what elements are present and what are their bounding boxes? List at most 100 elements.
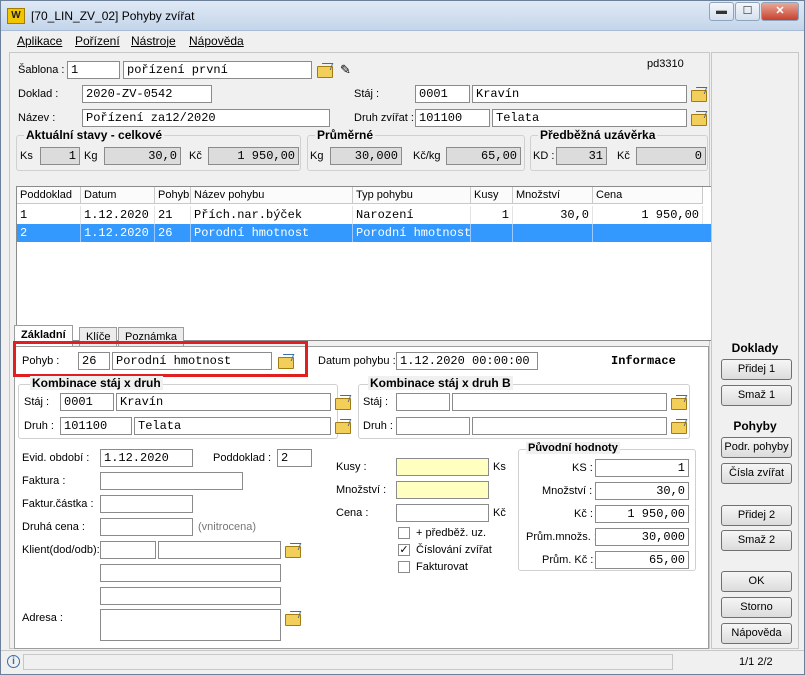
evid-obdobi-input[interactable]: 1.12.2020: [100, 449, 193, 467]
movements-table[interactable]: Poddoklad Datum Pohyb Název pohybu Typ p…: [16, 186, 712, 341]
prum-kg-label: Kg: [310, 150, 324, 162]
minimize-icon[interactable]: ▬: [709, 2, 734, 21]
ok-button[interactable]: OK: [721, 571, 792, 592]
uz-kc-value: 0: [636, 147, 706, 165]
folder-open-icon[interactable]: [671, 419, 687, 434]
col-mnozstvi[interactable]: Množství: [513, 187, 593, 204]
komb-druh-label: Druh :: [24, 420, 54, 432]
predbez-checkbox[interactable]: [398, 527, 410, 539]
sablona-name-field[interactable]: pořízení první: [123, 61, 312, 79]
nazev-label: Název :: [18, 112, 56, 124]
kg-value: 30,0: [104, 147, 181, 165]
doklad-input[interactable]: 2020-ZV-0542: [82, 85, 212, 103]
cislovani-checkbox[interactable]: ✓: [398, 544, 410, 556]
mnozstvi-input[interactable]: [396, 481, 489, 499]
pridej2-button[interactable]: Přidej 2: [721, 505, 792, 526]
p-ks-label: KS :: [572, 462, 593, 474]
col-nazev-pohybu[interactable]: Název pohybu: [191, 187, 353, 204]
table-cell: 1: [471, 206, 513, 224]
kusy-input[interactable]: [396, 458, 489, 476]
podr-pohyby-button[interactable]: Podr. pohyby: [721, 437, 792, 458]
maximize-icon[interactable]: ☐: [735, 2, 760, 21]
komb-druh-code[interactable]: 101100: [60, 417, 132, 435]
staj-name-field: Kravín: [472, 85, 687, 103]
col-pohyb[interactable]: Pohyb: [155, 187, 191, 204]
komb-staj-code[interactable]: 0001: [60, 393, 114, 411]
kd-value: 31: [556, 147, 607, 165]
puvodni-title: Původní hodnoty: [526, 442, 620, 454]
main-panel: Šablona : 1 pořízení první ✎ pd3310 Dokl…: [9, 52, 712, 649]
storno-button[interactable]: Storno: [721, 597, 792, 618]
table-cell: Porodní hmotnost: [353, 224, 471, 242]
poddoklad-input[interactable]: 2: [277, 449, 312, 467]
kckg-value: 65,00: [446, 147, 521, 165]
col-cena[interactable]: Cena: [593, 187, 703, 204]
staj-code-input[interactable]: 0001: [415, 85, 470, 103]
folder-open-icon[interactable]: [691, 87, 707, 102]
menu-aplikace[interactable]: Aplikace: [17, 34, 62, 48]
faktur-castka-input[interactable]: [100, 495, 193, 513]
cena-label: Cena :: [336, 507, 369, 519]
cena-input[interactable]: [396, 504, 489, 522]
p-mnozstvi-label: Množství :: [542, 485, 593, 497]
folder-open-icon[interactable]: [335, 419, 351, 434]
table-cell: [471, 224, 513, 242]
kc-label: Kč: [189, 150, 202, 162]
druh-code-input[interactable]: 101100: [415, 109, 490, 127]
title-bar[interactable]: W [70_LIN_ZV_02] Pohyby zvířat ▬ ☐ ✕: [1, 1, 804, 31]
smaz2-button[interactable]: Smaž 2: [721, 530, 792, 551]
folder-open-icon[interactable]: [671, 395, 687, 410]
col-kusy[interactable]: Kusy: [471, 187, 513, 204]
adresa-input[interactable]: [100, 609, 281, 641]
menu-napoveda[interactable]: Nápověda: [189, 34, 244, 48]
smaz1-button[interactable]: Smaž 1: [721, 385, 792, 406]
p-kc-label: Kč :: [574, 508, 593, 520]
kombinace-b-title: Kombinace stáj x druh B: [368, 376, 513, 390]
col-datum[interactable]: Datum: [81, 187, 155, 204]
kombb-staj-name: [452, 393, 667, 411]
folder-open-icon[interactable]: [285, 611, 301, 626]
cislovani-label: Číslování zvířat: [416, 544, 492, 556]
mnozstvi-label: Množství :: [336, 484, 387, 496]
kombb-druh-name: [472, 417, 667, 435]
kombb-staj-code[interactable]: [396, 393, 450, 411]
druha-cena-input[interactable]: [100, 518, 193, 536]
kombb-druh-code[interactable]: [396, 417, 470, 435]
sablona-input[interactable]: 1: [67, 61, 120, 79]
komb-druh-name: Telata: [134, 417, 331, 435]
p-prum-kc-label: Prům. Kč :: [542, 554, 594, 566]
table-cell: Porodní hmotnost: [191, 224, 353, 242]
doklad-label: Doklad :: [18, 88, 59, 100]
menu-porizeni[interactable]: Pořízení: [75, 34, 120, 48]
datum-pohybu-label: Datum pohybu :: [318, 355, 396, 367]
poddoklad-label: Poddoklad :: [213, 452, 272, 464]
klient-line3-field[interactable]: [100, 587, 281, 605]
napoveda-button[interactable]: Nápověda: [721, 623, 792, 644]
status-message: [23, 654, 673, 670]
app-logo-icon: W: [7, 8, 25, 24]
pohyby-heading: Pohyby: [733, 419, 777, 433]
table-cell: 1.12.2020: [81, 224, 155, 242]
col-typ-pohybu[interactable]: Typ pohybu: [353, 187, 471, 204]
document-edit-icon[interactable]: ✎: [340, 62, 351, 78]
menu-nastroje[interactable]: Nástroje: [131, 34, 176, 48]
col-poddoklad[interactable]: Poddoklad: [17, 187, 81, 204]
cisla-zvirat-button[interactable]: Čísla zvířat: [721, 463, 792, 484]
klient-line2-field[interactable]: [100, 564, 281, 582]
folder-open-icon[interactable]: [317, 63, 333, 78]
nazev-input[interactable]: Pořízení za12/2020: [82, 109, 330, 127]
fakturovat-checkbox[interactable]: [398, 561, 410, 573]
staj-label: Stáj :: [354, 88, 380, 100]
faktura-input[interactable]: [100, 472, 243, 490]
folder-open-icon[interactable]: [335, 395, 351, 410]
folder-open-icon[interactable]: [691, 111, 707, 126]
klient-code-input[interactable]: [100, 541, 156, 559]
table-cell: 2: [17, 224, 81, 242]
klient-name-field[interactable]: [158, 541, 281, 559]
menu-bar: Aplikace Pořízení Nástroje Nápověda: [9, 31, 798, 51]
datum-pohybu-input[interactable]: 1.12.2020 00:00:00: [396, 352, 538, 370]
pridej1-button[interactable]: Přidej 1: [721, 359, 792, 380]
folder-open-icon[interactable]: [285, 543, 301, 558]
close-icon[interactable]: ✕: [761, 2, 799, 21]
kombb-druh-label: Druh :: [363, 420, 393, 432]
